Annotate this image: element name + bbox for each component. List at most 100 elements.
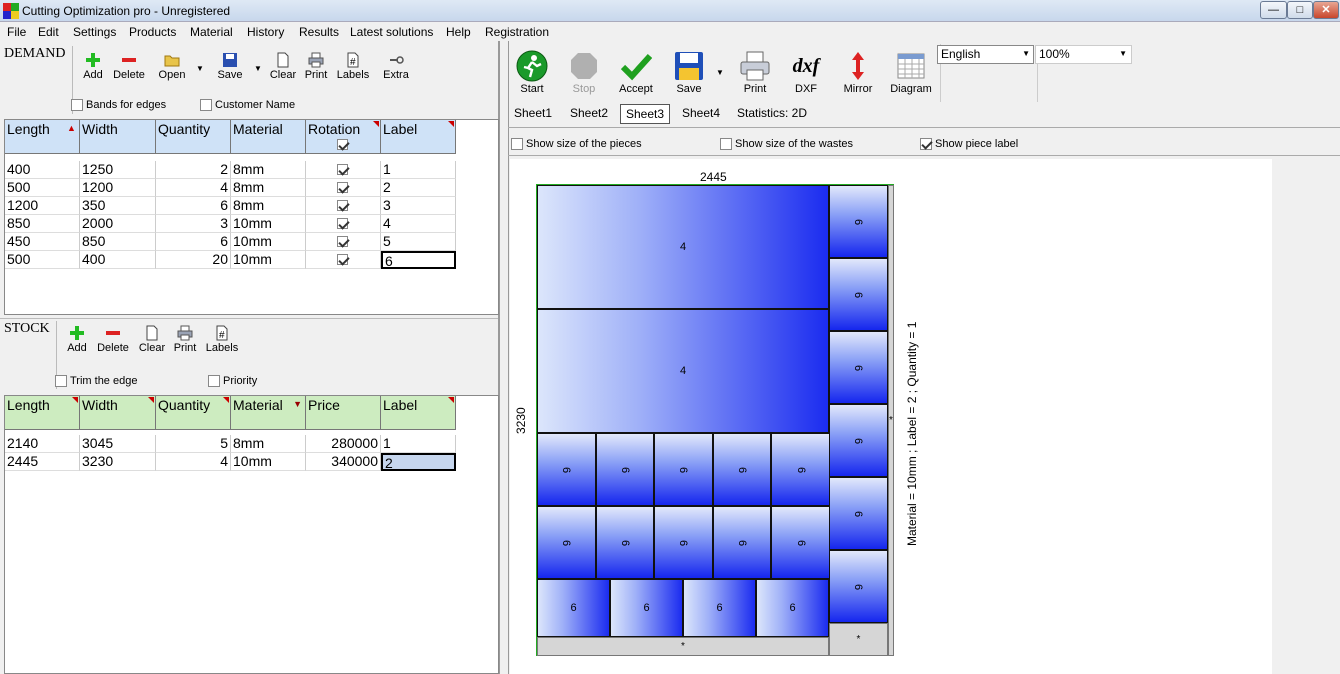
demand-extra-button[interactable]: Extra bbox=[380, 52, 412, 81]
demand-cell-label[interactable]: 4 bbox=[381, 215, 456, 233]
cut-piece[interactable]: 6 bbox=[683, 579, 756, 637]
cut-piece[interactable]: 4 bbox=[537, 185, 829, 309]
diagram-button[interactable]: Diagram bbox=[887, 50, 935, 95]
demand-cell-quantity[interactable]: 6 bbox=[156, 197, 231, 215]
customer-name-option[interactable]: Customer Name bbox=[200, 99, 295, 112]
stock-col-header-quantity[interactable]: Quantity bbox=[156, 396, 231, 430]
cut-piece[interactable]: 6 bbox=[829, 185, 888, 258]
cut-piece[interactable]: 6 bbox=[537, 433, 596, 506]
demand-cell-width[interactable]: 1250 bbox=[80, 161, 156, 179]
menu-settings[interactable]: Settings bbox=[73, 25, 116, 39]
demand-cell-quantity[interactable]: 6 bbox=[156, 233, 231, 251]
demand-cell-length[interactable]: 500 bbox=[5, 251, 80, 269]
cut-piece[interactable]: 6 bbox=[829, 258, 888, 331]
results-print-button[interactable]: Print bbox=[735, 50, 775, 95]
stock-cell-price[interactable]: 280000 bbox=[306, 435, 381, 453]
menu-products[interactable]: Products bbox=[129, 25, 176, 39]
demand-cell-rotation[interactable] bbox=[306, 215, 381, 233]
col-header-length[interactable]: Length ▲ bbox=[5, 120, 80, 154]
show-size-wastes-option[interactable]: Show size of the wastes bbox=[720, 138, 853, 151]
trim-the-edge-option[interactable]: Trim the edge bbox=[55, 375, 137, 388]
menu-latest-solutions[interactable]: Latest solutions bbox=[350, 25, 433, 39]
cut-piece[interactable]: 4 bbox=[537, 309, 829, 433]
stock-clear-button[interactable]: Clear bbox=[137, 325, 167, 354]
stock-cell-quantity[interactable]: 4 bbox=[156, 453, 231, 471]
demand-cell-quantity[interactable]: 2 bbox=[156, 161, 231, 179]
bands-for-edges-checkbox[interactable] bbox=[71, 99, 83, 112]
menu-help[interactable]: Help bbox=[446, 25, 471, 39]
demand-cell-width[interactable]: 350 bbox=[80, 197, 156, 215]
col-header-material[interactable]: Material bbox=[231, 120, 306, 154]
demand-cell-material[interactable]: 8mm bbox=[231, 179, 306, 197]
show-size-pieces-option[interactable]: Show size of the pieces bbox=[511, 138, 642, 151]
demand-cell-rotation[interactable] bbox=[306, 161, 381, 179]
cut-piece[interactable]: 6 bbox=[829, 477, 888, 550]
rotation-checkbox[interactable] bbox=[337, 218, 348, 229]
cut-piece[interactable]: 6 bbox=[595, 433, 655, 506]
show-size-wastes-checkbox[interactable] bbox=[720, 138, 732, 151]
tab-sheet2[interactable]: Sheet2 bbox=[565, 104, 613, 124]
menu-material[interactable]: Material bbox=[190, 25, 233, 39]
priority-checkbox[interactable] bbox=[208, 375, 220, 388]
trim-the-edge-checkbox[interactable] bbox=[55, 375, 67, 388]
cut-piece[interactable]: 6 bbox=[771, 433, 830, 506]
rotation-checkbox[interactable] bbox=[337, 254, 348, 265]
demand-cell-material[interactable]: 10mm bbox=[231, 215, 306, 233]
col-header-label[interactable]: Label bbox=[381, 120, 456, 154]
demand-cell-quantity[interactable]: 4 bbox=[156, 179, 231, 197]
demand-cell-quantity[interactable]: 3 bbox=[156, 215, 231, 233]
demand-cell-rotation[interactable] bbox=[306, 233, 381, 251]
demand-cell-quantity[interactable]: 20 bbox=[156, 251, 231, 269]
customer-name-checkbox[interactable] bbox=[200, 99, 212, 112]
save-dropdown-arrow-icon[interactable]: ▼ bbox=[254, 64, 262, 73]
bands-for-edges-option[interactable]: Bands for edges bbox=[71, 99, 166, 112]
close-button[interactable]: ✕ bbox=[1313, 1, 1339, 19]
menu-edit[interactable]: Edit bbox=[38, 25, 59, 39]
demand-cell-label[interactable]: 5 bbox=[381, 233, 456, 251]
demand-cell-rotation[interactable] bbox=[306, 197, 381, 215]
demand-cell-material[interactable]: 10mm bbox=[231, 251, 306, 269]
cut-piece[interactable]: 6 bbox=[537, 506, 596, 579]
cut-piece[interactable]: 6 bbox=[610, 579, 683, 637]
start-button[interactable]: Start bbox=[512, 50, 552, 95]
cut-piece[interactable]: 6 bbox=[771, 506, 830, 579]
col-header-quantity[interactable]: Quantity bbox=[156, 120, 231, 154]
dxf-button[interactable]: dxf DXF bbox=[784, 50, 828, 95]
menu-history[interactable]: History bbox=[247, 25, 284, 39]
demand-cell-width[interactable]: 2000 bbox=[80, 215, 156, 233]
demand-cell-length[interactable]: 1200 bbox=[5, 197, 80, 215]
demand-cell-rotation[interactable] bbox=[306, 179, 381, 197]
demand-cell-label[interactable]: 2 bbox=[381, 179, 456, 197]
cut-piece[interactable]: 6 bbox=[595, 506, 655, 579]
demand-cell-length[interactable]: 400 bbox=[5, 161, 80, 179]
demand-cell-length[interactable]: 850 bbox=[5, 215, 80, 233]
demand-cell-rotation[interactable] bbox=[306, 251, 381, 269]
demand-delete-button[interactable]: Delete bbox=[112, 52, 146, 81]
cut-piece[interactable]: 6 bbox=[712, 433, 772, 506]
save-dropdown-arrow-icon[interactable]: ▼ bbox=[716, 68, 724, 77]
stock-print-button[interactable]: Print bbox=[171, 325, 199, 354]
stock-col-header-material[interactable]: Material ▼ bbox=[231, 396, 306, 430]
stock-col-header-label[interactable]: Label bbox=[381, 396, 456, 430]
demand-print-button[interactable]: Print bbox=[302, 52, 330, 81]
stock-cell-quantity[interactable]: 5 bbox=[156, 435, 231, 453]
stock-cell-length[interactable]: 2445 bbox=[5, 453, 80, 471]
accept-button[interactable]: Accept bbox=[614, 50, 658, 95]
demand-cell-label[interactable]: 3 bbox=[381, 197, 456, 215]
results-save-button[interactable]: Save bbox=[669, 50, 709, 95]
tab-sheet4[interactable]: Sheet4 bbox=[677, 104, 725, 124]
cut-piece[interactable]: 6 bbox=[829, 404, 888, 477]
col-header-rotation[interactable]: Rotation bbox=[306, 120, 381, 154]
zoom-select[interactable]: 100% ▼ bbox=[1035, 45, 1132, 64]
demand-cell-label[interactable]: 1 bbox=[381, 161, 456, 179]
stock-cell-material[interactable]: 10mm bbox=[231, 453, 306, 471]
stock-cell-label[interactable]: 1 bbox=[381, 435, 456, 453]
cut-piece[interactable]: 6 bbox=[654, 506, 713, 579]
menu-registration[interactable]: Registration bbox=[485, 25, 549, 39]
stock-col-header-price[interactable]: Price bbox=[306, 396, 381, 430]
demand-labels-button[interactable]: # Labels bbox=[335, 52, 371, 81]
show-piece-label-option[interactable]: Show piece label bbox=[920, 138, 1018, 151]
stock-cell-material[interactable]: 8mm bbox=[231, 435, 306, 453]
cut-piece[interactable]: 6 bbox=[537, 579, 610, 637]
stock-cell-length[interactable]: 2140 bbox=[5, 435, 80, 453]
